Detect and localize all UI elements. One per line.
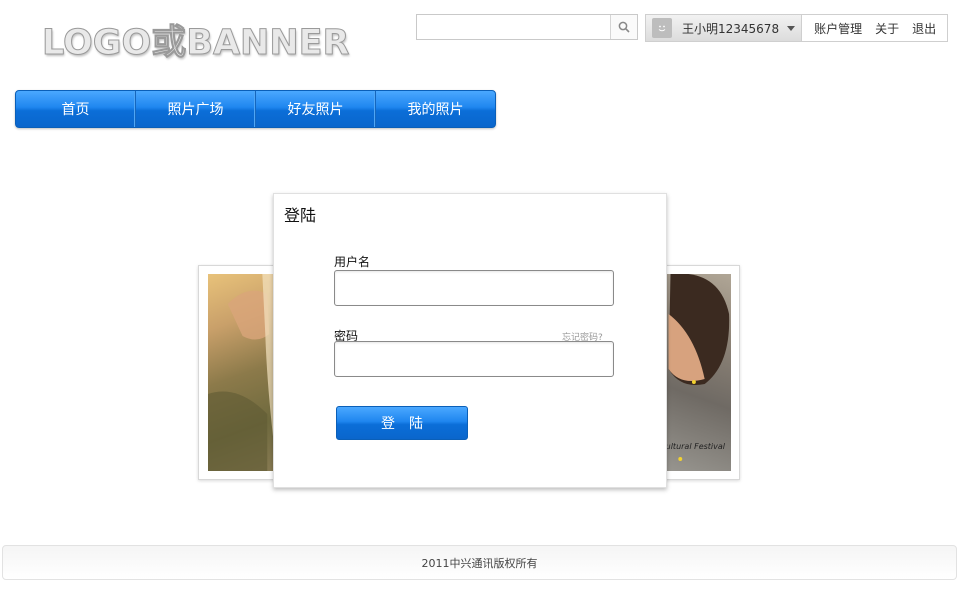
- account-management-link[interactable]: 账户管理: [814, 20, 862, 37]
- chevron-down-icon: [787, 25, 796, 31]
- nav-item-friend-photos[interactable]: 好友照片: [256, 91, 376, 127]
- user-menu-dropdown[interactable]: 王小明12345678: [646, 15, 803, 41]
- nav-item-my-photos[interactable]: 我的照片: [376, 91, 495, 127]
- smiley-icon: [652, 18, 672, 38]
- search-button[interactable]: [610, 15, 637, 39]
- logo-banner: LOGO或BANNER: [42, 23, 350, 64]
- login-card: 登陆 用户名 密码 忘记密码? 登陆: [273, 193, 667, 488]
- login-button[interactable]: 登陆: [336, 406, 468, 440]
- nav-item-home[interactable]: 首页: [16, 91, 136, 127]
- photo-caption: Cultural Festival: [660, 442, 725, 451]
- about-link[interactable]: 关于: [875, 20, 899, 37]
- username-label: 用户名: [334, 255, 371, 269]
- nav-item-photo-square[interactable]: 照片广场: [136, 91, 256, 127]
- password-field[interactable]: [334, 341, 614, 377]
- search-input[interactable]: [417, 15, 612, 39]
- footer: 2011中兴通讯版权所有: [2, 545, 957, 580]
- username-field[interactable]: [334, 270, 614, 306]
- search-icon: [618, 18, 630, 37]
- search-box: [416, 14, 638, 40]
- copyright-text: 2011中兴通讯版权所有: [421, 556, 538, 570]
- login-title: 登陆: [284, 206, 317, 225]
- logout-link[interactable]: 退出: [912, 20, 936, 37]
- main-nav: 首页 照片广场 好友照片 我的照片: [15, 90, 496, 128]
- username-label: 王小明12345678: [682, 21, 780, 36]
- user-bar: 王小明12345678 账户管理 关于 退出: [645, 14, 948, 42]
